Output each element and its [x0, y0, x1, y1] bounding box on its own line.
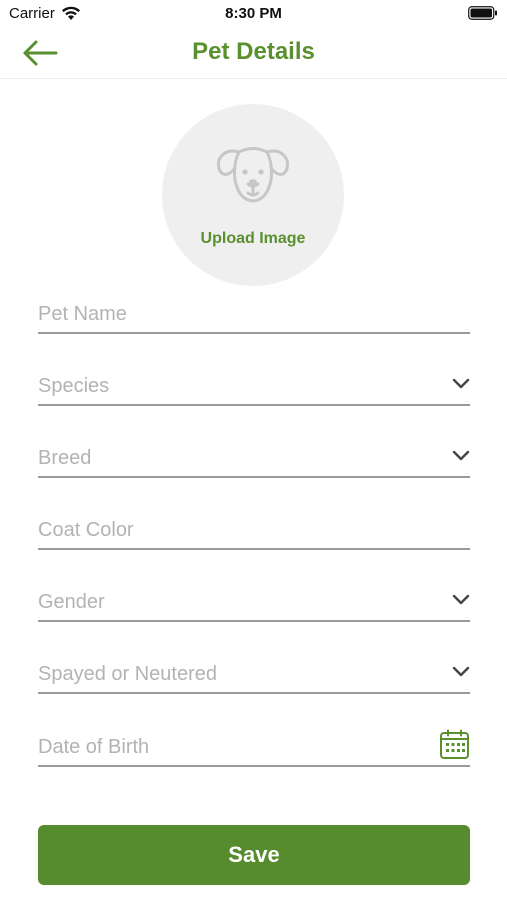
breed-select[interactable]: Breed: [38, 434, 470, 478]
coat-color-placeholder: Coat Color: [38, 519, 134, 541]
date-of-birth-placeholder: Date of Birth: [38, 736, 150, 758]
gender-placeholder: Gender: [38, 591, 105, 613]
calendar-icon[interactable]: [439, 729, 470, 760]
upload-image-button[interactable]: Upload Image: [162, 104, 344, 286]
chevron-down-icon: [452, 666, 470, 677]
pet-name-placeholder: Pet Name: [38, 303, 127, 325]
pet-name-input[interactable]: Pet Name: [38, 290, 470, 334]
spayed-neutered-placeholder: Spayed or Neutered: [38, 663, 218, 685]
save-button[interactable]: Save: [38, 825, 470, 885]
breed-placeholder: Breed: [38, 447, 92, 469]
spayed-neutered-select[interactable]: Spayed or Neutered: [38, 650, 470, 694]
chevron-down-icon: [452, 450, 470, 461]
status-time: 8:30 PM: [225, 5, 282, 22]
species-select[interactable]: Species: [38, 362, 470, 406]
coat-color-input[interactable]: Coat Color: [38, 506, 470, 550]
upload-image-label: Upload Image: [200, 230, 306, 247]
chevron-down-icon: [452, 378, 470, 389]
gender-select[interactable]: Gender: [38, 578, 470, 622]
dog-face-icon: [217, 147, 289, 203]
date-of-birth-input[interactable]: Date of Birth: [38, 723, 470, 767]
status-bar: Carrier 8:30 PM: [0, 0, 507, 28]
nav-bar: Pet Details: [0, 28, 507, 79]
species-placeholder: Species: [38, 375, 110, 397]
page-title: Pet Details: [192, 38, 315, 65]
chevron-down-icon: [452, 594, 470, 605]
battery-icon: [468, 6, 497, 20]
